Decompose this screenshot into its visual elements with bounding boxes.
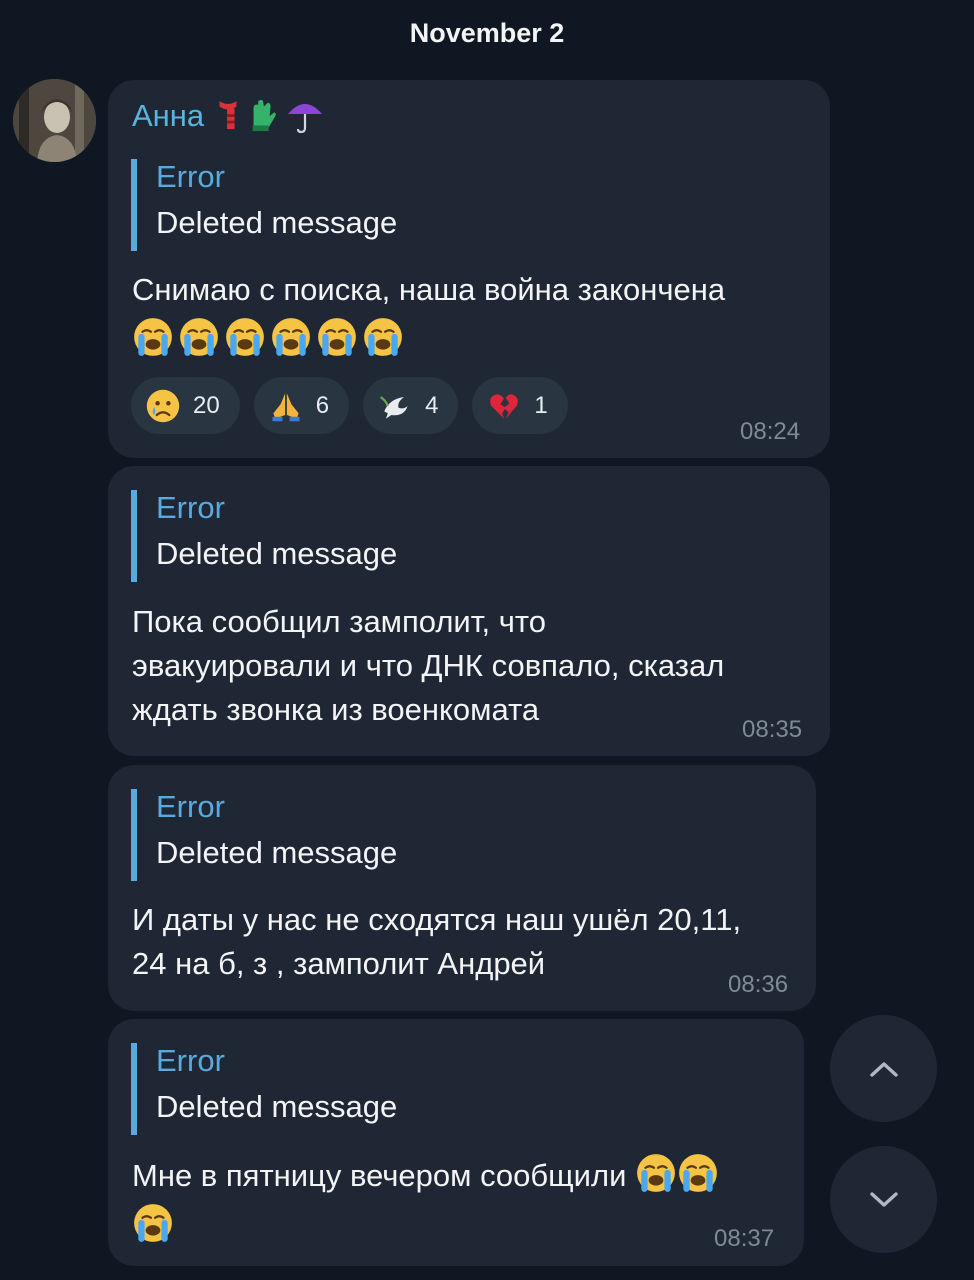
message-line: 24 на б, з , замполит Андрей (132, 946, 546, 981)
message-line: Пока сообщил замполит, что (132, 604, 546, 639)
avatar[interactable] (13, 79, 96, 162)
reply-quote[interactable]: Error Deleted message (131, 1043, 551, 1135)
reply-text: Deleted message (156, 835, 398, 870)
umbrella-icon (284, 96, 326, 136)
reply-title: Error (156, 1043, 225, 1078)
message-text: Мне в пятницу вечером сообщили (132, 1152, 719, 1244)
sender-name[interactable]: Анна (132, 96, 326, 136)
chevron-down-icon (869, 1191, 898, 1207)
message-bubble[interactable]: Error Deleted message И даты у нас не сх… (108, 765, 816, 1011)
message-time: 08:24 (740, 418, 801, 445)
gloves-icon (246, 96, 280, 136)
folded-hands-icon (268, 388, 304, 424)
date-chip: November 2 (409, 18, 565, 48)
reaction-dove[interactable]: 4 (363, 377, 459, 434)
dove-icon (377, 388, 413, 424)
message-line: эвакуировали и что ДНК совпало, сказал (132, 648, 725, 683)
emoji-row (132, 316, 725, 358)
message-line: ждать звонка из военкомата (132, 692, 540, 727)
loudly-crying-face-icon (178, 316, 220, 358)
loudly-crying-face-icon (362, 316, 404, 358)
message-text: Пока сообщил замполит, что эвакуировали … (132, 600, 724, 732)
reply-text: Deleted message (156, 1089, 398, 1124)
scroll-down-button[interactable] (830, 1146, 937, 1253)
loudly-crying-face-icon (224, 316, 266, 358)
reply-title: Error (156, 490, 225, 525)
reply-text: Deleted message (156, 205, 398, 240)
loudly-crying-face-icon (132, 1202, 174, 1244)
crying-face-icon (145, 388, 181, 424)
loudly-crying-face-icon (132, 316, 174, 358)
reaction-count: 20 (193, 391, 220, 419)
reply-quote[interactable]: Error Deleted message (131, 789, 551, 881)
reply-title: Error (156, 159, 225, 194)
sender-status-emojis (214, 96, 326, 136)
message-time: 08:36 (728, 971, 789, 998)
reaction-count: 4 (425, 391, 439, 419)
loudly-crying-face-icon (270, 316, 312, 358)
reply-text: Deleted message (156, 536, 398, 571)
reply-quote[interactable]: Error Deleted message (131, 159, 551, 251)
message-bubble[interactable]: Error Deleted message Пока сообщил зампо… (108, 466, 830, 756)
message-text: Снимаю с поиска, наша война закончена (132, 268, 725, 358)
sender-name-text: Анна (132, 98, 205, 133)
reaction-crying[interactable]: 20 (131, 377, 240, 434)
emoji-row (132, 1202, 719, 1244)
reaction-count: 6 (315, 391, 330, 419)
message-bubble[interactable]: Error Deleted message Мне в пятницу вече… (108, 1019, 804, 1266)
reply-title: Error (156, 789, 225, 824)
broken-heart-icon (486, 388, 522, 424)
message-line: И даты у нас не сходятся наш ушёл 20,11, (132, 902, 742, 937)
message-time: 08:35 (742, 716, 803, 743)
message-bubble[interactable]: Анна Error Deleted message Снимаю с поис… (108, 80, 830, 458)
loudly-crying-face-icon (316, 316, 358, 358)
message-line-text: Мне в пятницу вечером сообщили (132, 1158, 627, 1193)
loudly-crying-face-icon (677, 1152, 719, 1194)
reactions: 20 6 4 1 (131, 377, 568, 434)
reaction-pray[interactable]: 6 (253, 377, 350, 434)
reply-quote[interactable]: Error Deleted message (131, 490, 551, 582)
message-line: Снимаю с поиска, наша война закончена (132, 272, 726, 307)
chevron-up-icon (869, 1061, 898, 1077)
reaction-broken-heart[interactable]: 1 (472, 377, 568, 434)
avatar-photo (13, 79, 96, 162)
message-time: 08:37 (714, 1225, 775, 1252)
reaction-count: 1 (534, 391, 548, 419)
scroll-up-button[interactable] (830, 1015, 937, 1122)
scarf-icon (214, 96, 242, 136)
message-text: И даты у нас не сходятся наш ушёл 20,11,… (132, 898, 741, 986)
message-line: Мне в пятницу вечером сообщили (132, 1152, 719, 1198)
loudly-crying-face-icon (635, 1152, 677, 1194)
